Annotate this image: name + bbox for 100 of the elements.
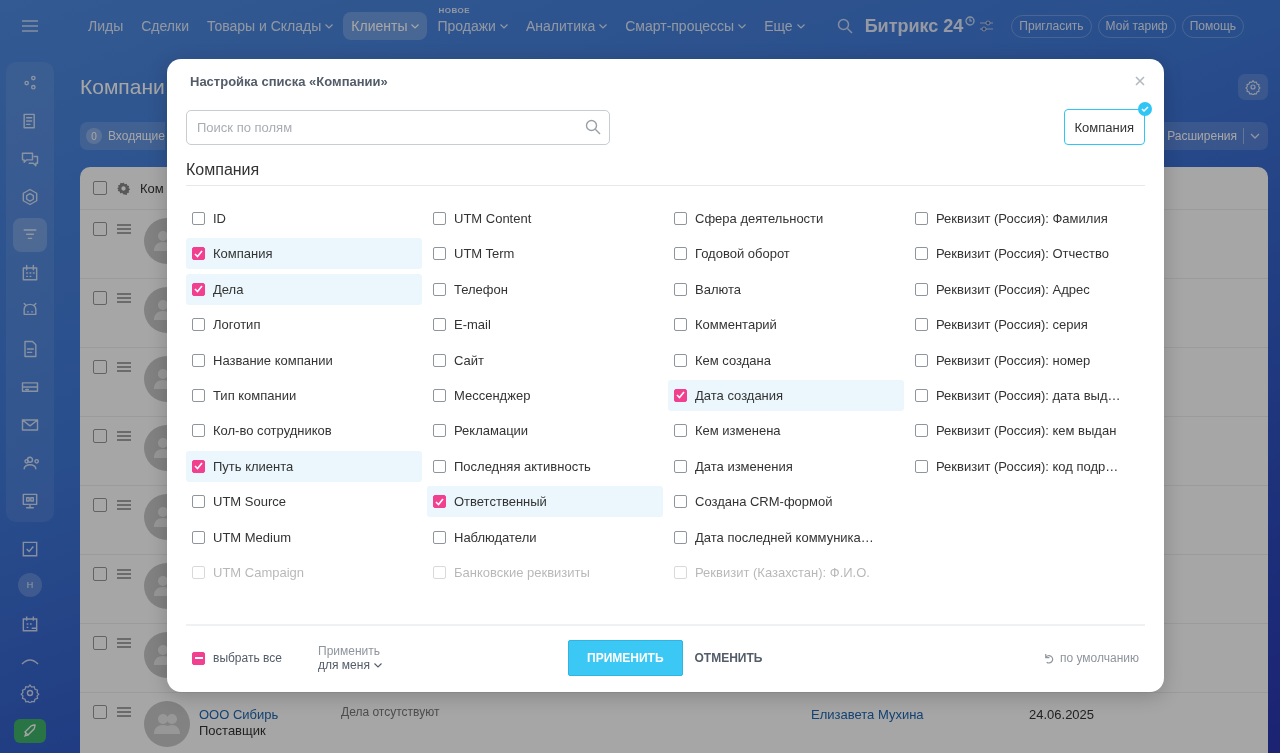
sliders-icon[interactable] [980,20,994,32]
checkbox[interactable] [192,212,205,225]
checkbox[interactable] [433,212,446,225]
close-icon[interactable] [1135,76,1145,86]
select-all-checkbox[interactable]: выбрать все [186,651,312,665]
field-option[interactable]: Кем создана [668,344,904,376]
field-option[interactable]: Рекламации [427,415,663,447]
row-menu-icon[interactable] [117,707,131,717]
field-option[interactable]: Дела [186,273,422,305]
checkbox[interactable] [674,247,687,261]
checkbox[interactable] [915,247,928,261]
row-menu-icon[interactable] [117,293,131,303]
company-link[interactable]: ООО Сибирь [199,707,341,722]
field-option[interactable]: Реквизит (Россия): код подр… [909,450,1145,482]
checkbox[interactable] [915,353,928,367]
field-option[interactable]: Реквизит (Россия): Адрес [909,273,1145,305]
field-option[interactable]: Телефон [427,273,663,305]
field-option[interactable]: Название компании [186,344,422,376]
checkbox-task-icon[interactable] [20,539,40,559]
field-option[interactable]: UTM Source [186,486,422,518]
responsible-link[interactable]: Елизавета Мухина [811,707,924,722]
row-menu-icon[interactable] [117,431,131,441]
calendar-icon[interactable] [20,614,40,634]
field-option[interactable]: Комментарий [668,309,904,341]
column-header[interactable]: Ком [140,180,164,196]
field-option[interactable]: Валюта [668,273,904,305]
row-menu-icon[interactable] [117,362,131,372]
field-option[interactable]: Сайт [427,344,663,376]
search-icon[interactable] [836,18,853,34]
menu-icon[interactable] [22,20,38,32]
checkbox[interactable] [192,282,205,296]
checkbox[interactable] [674,212,687,225]
field-option[interactable]: Реквизит (Россия): дата выд… [909,379,1145,411]
search-field[interactable]: Поиск по полям [186,109,610,145]
row-checkbox[interactable] [93,429,107,443]
field-option[interactable]: Тип компании [186,379,422,411]
field-option[interactable]: Годовой оборот [668,238,904,270]
checkbox[interactable] [433,459,446,473]
field-option[interactable]: Реквизит (Россия): кем выдан [909,415,1145,447]
field-option[interactable]: Дата последней коммуника… [668,521,904,553]
row-menu-icon[interactable] [117,224,131,234]
cancel-button[interactable]: ОТМЕНИТЬ [694,651,763,665]
field-option[interactable]: Логотип [186,309,422,341]
field-option[interactable]: Последняя активность [427,450,663,482]
collapse-icon[interactable] [20,656,40,666]
checkbox[interactable] [433,282,446,296]
checkbox[interactable] [433,318,446,332]
row-menu-icon[interactable] [117,638,131,648]
checkbox[interactable] [192,388,205,402]
checkbox[interactable] [915,212,928,225]
field-option[interactable]: Кол-во сотрудников [186,415,422,447]
checkbox[interactable] [433,388,446,402]
checkbox[interactable] [192,247,205,261]
field-option[interactable]: Путь клиента [186,450,422,482]
row-checkbox[interactable] [93,567,107,581]
field-option[interactable]: Дата изменения [668,450,904,482]
checkbox[interactable] [192,495,205,509]
checkbox[interactable] [433,247,446,261]
field-option[interactable]: Дата создания [668,379,904,411]
field-option[interactable]: Сфера деятельности [668,203,904,234]
field-option[interactable]: Наблюдатели [427,521,663,553]
checkbox[interactable] [674,459,687,473]
checkbox[interactable] [915,459,928,473]
settings-icon[interactable] [20,683,40,703]
field-option[interactable]: Реквизит (Россия): Отчество [909,238,1145,270]
checkbox[interactable] [674,495,687,509]
field-option[interactable]: UTM Term [427,238,663,270]
checkbox[interactable] [192,318,205,332]
settings-icon[interactable] [117,181,130,195]
checkbox[interactable] [915,318,928,332]
rocket-button[interactable] [14,719,46,743]
apply-scope-dropdown[interactable]: для меня [318,658,568,672]
checkbox[interactable] [192,651,205,665]
row-menu-icon[interactable] [117,500,131,510]
field-option[interactable]: Мессенджер [427,379,663,411]
field-option[interactable]: Компания [186,238,422,270]
checkbox[interactable] [192,459,205,473]
checkbox[interactable] [192,424,205,438]
field-option[interactable]: Создана CRM-формой [668,486,904,518]
checkbox[interactable] [915,282,928,296]
field-option[interactable]: Реквизит (Россия): серия [909,309,1145,341]
checkbox[interactable] [674,318,687,332]
row-checkbox[interactable] [93,636,107,650]
checkbox[interactable] [915,424,928,438]
checkbox[interactable] [915,388,928,402]
checkbox[interactable] [433,530,446,544]
row-checkbox[interactable] [93,291,107,305]
row-menu-icon[interactable] [117,569,131,579]
checkbox[interactable] [433,353,446,367]
field-option[interactable]: E-mail [427,309,663,341]
field-option[interactable]: Реквизит (Россия): номер [909,344,1145,376]
checkbox[interactable] [433,424,446,438]
field-option[interactable]: Реквизит (Россия): Фамилия [909,203,1145,234]
field-option[interactable]: Кем изменена [668,415,904,447]
checkbox[interactable] [93,181,107,195]
field-option[interactable]: ID [186,203,422,234]
field-option[interactable]: UTM Content [427,203,663,234]
checkbox[interactable] [674,282,687,296]
checkbox[interactable] [192,353,205,367]
row-checkbox[interactable] [93,705,107,719]
